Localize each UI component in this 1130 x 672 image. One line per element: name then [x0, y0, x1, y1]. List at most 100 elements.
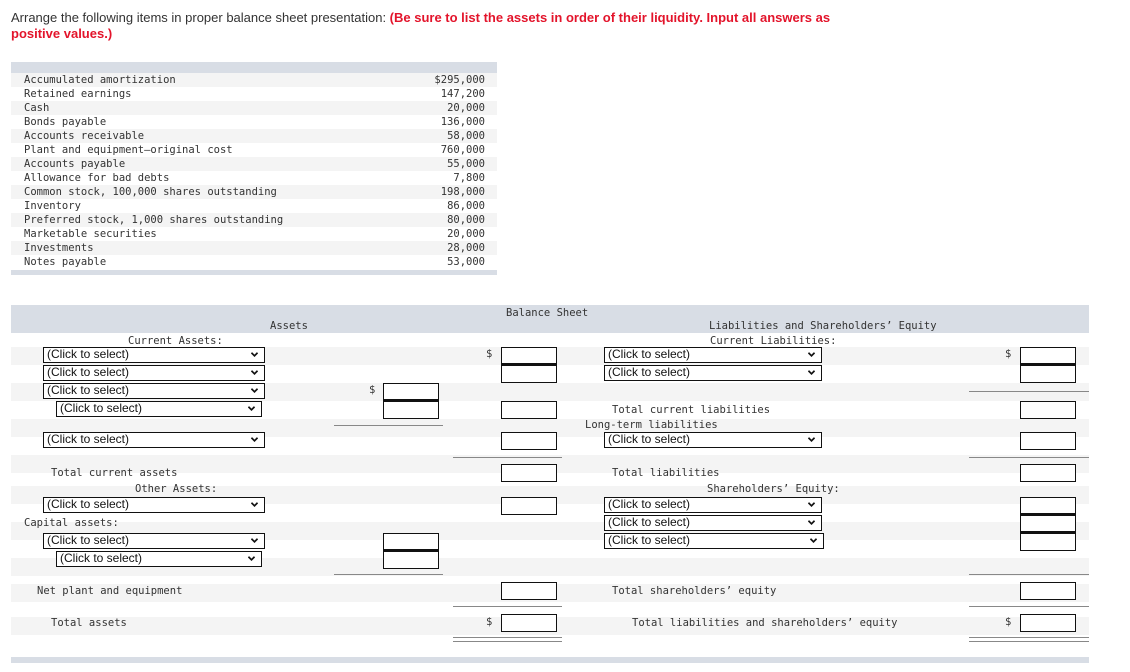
given-item-row: Plant and equipment—original cost 760,000 — [11, 143, 497, 157]
liability-select-1[interactable]: (Click to select) — [604, 347, 822, 363]
select-placeholder: (Click to select) — [47, 432, 130, 446]
balance-sheet-header: Balance Sheet Assets Liabilities and Sha… — [11, 305, 1089, 333]
total-current-assets-label: Total current assets — [51, 467, 178, 479]
subtotal-rule — [453, 606, 562, 607]
double-rule — [453, 637, 562, 638]
given-item-value: 53,000 — [447, 256, 485, 268]
chevron-down-icon — [248, 406, 255, 412]
given-item-label: Notes payable — [24, 256, 107, 268]
total-assets-amount[interactable] — [501, 614, 557, 632]
asset-select-2[interactable]: (Click to select) — [43, 365, 265, 381]
accum-amortization-amount[interactable] — [383, 551, 439, 569]
given-table-header — [11, 62, 497, 73]
chevron-down-icon — [808, 370, 815, 376]
other-asset-amount[interactable] — [501, 497, 557, 515]
double-rule — [969, 637, 1089, 638]
liability-amount-1[interactable] — [1020, 347, 1076, 365]
balance-sheet: Balance Sheet Assets Liabilities and Sha… — [11, 305, 1089, 663]
shareholders-equity-label: Shareholders’ Equity: — [707, 483, 840, 495]
given-item-value: 58,000 — [447, 130, 485, 142]
long-term-liability-select[interactable]: (Click to select) — [604, 432, 822, 448]
allowance-amount[interactable] — [383, 401, 439, 419]
currency-symbol: $ — [1005, 616, 1012, 628]
equity-amount-2[interactable] — [1020, 515, 1076, 533]
asset-select-4[interactable]: (Click to select) — [56, 401, 262, 417]
given-item-label: Accounts receivable — [24, 130, 145, 142]
total-shareholders-equity-amount[interactable] — [1020, 582, 1076, 600]
select-placeholder: (Click to select) — [608, 365, 691, 379]
given-item-value: 28,000 — [447, 242, 485, 254]
asset-amount-2[interactable] — [501, 365, 557, 383]
chevron-down-icon — [251, 538, 258, 544]
given-item-row: Common stock, 100,000 shares outstanding… — [11, 185, 497, 199]
given-item-row: Accumulated amortization $295,000 — [11, 73, 497, 87]
total-liabilities-label: Total liabilities — [612, 467, 720, 479]
total-liabilities-equity-label: Total liabilities and shareholders’ equi… — [632, 617, 898, 629]
select-placeholder: (Click to select) — [47, 497, 130, 511]
liability-amount-2[interactable] — [1020, 365, 1076, 383]
net-plant-label: Net plant and equipment — [37, 585, 183, 597]
total-liabilities-amount[interactable] — [1020, 464, 1076, 482]
given-item-row: Inventory 86,000 — [11, 199, 497, 213]
net-receivable-amount[interactable] — [501, 401, 557, 419]
currency-symbol: $ — [486, 348, 493, 360]
given-item-row: Accounts payable 55,000 — [11, 157, 497, 171]
equity-amount-3[interactable] — [1020, 533, 1076, 551]
given-item-row: Preferred stock, 1,000 shares outstandin… — [11, 213, 497, 227]
currency-symbol: $ — [369, 384, 376, 396]
subtotal-rule — [453, 457, 562, 458]
given-item-row: Accounts receivable 58,000 — [11, 129, 497, 143]
select-placeholder: (Click to select) — [608, 347, 691, 361]
receivable-amount[interactable] — [383, 383, 439, 401]
asset-amount-1[interactable] — [501, 347, 557, 365]
total-current-liabilities-label: Total current liabilities — [612, 404, 771, 416]
equity-select-3[interactable]: (Click to select) — [604, 533, 824, 549]
equity-amount-1[interactable] — [1020, 497, 1076, 515]
long-term-liability-amount[interactable] — [1020, 432, 1076, 450]
capital-asset-select-2[interactable]: (Click to select) — [56, 551, 262, 567]
given-item-value: 198,000 — [440, 186, 485, 198]
net-plant-amount[interactable] — [501, 582, 557, 600]
select-placeholder: (Click to select) — [60, 551, 143, 565]
given-item-label: Marketable securities — [24, 228, 157, 240]
select-placeholder: (Click to select) — [60, 401, 143, 415]
given-table-footer — [11, 270, 497, 275]
given-item-row: Investments 28,000 — [11, 241, 497, 255]
given-item-row: Allowance for bad debts 7,800 — [11, 171, 497, 185]
capital-asset-select-1[interactable]: (Click to select) — [43, 533, 265, 549]
asset-amount-5[interactable] — [501, 432, 557, 450]
select-placeholder: (Click to select) — [47, 383, 130, 397]
chevron-down-icon — [251, 370, 258, 376]
other-asset-select[interactable]: (Click to select) — [43, 497, 265, 513]
equity-select-2[interactable]: (Click to select) — [604, 515, 822, 531]
asset-select-5[interactable]: (Click to select) — [43, 432, 265, 448]
given-item-value: 20,000 — [447, 228, 485, 240]
given-item-value: 760,000 — [440, 144, 485, 156]
asset-select-3[interactable]: (Click to select) — [43, 383, 265, 399]
total-liabilities-equity-amount[interactable] — [1020, 614, 1076, 632]
select-placeholder: (Click to select) — [608, 515, 691, 529]
given-item-label: Allowance for bad debts — [24, 172, 170, 184]
given-item-label: Inventory — [24, 200, 81, 212]
instructions-text: Arrange the following items in proper ba… — [11, 10, 390, 25]
given-item-label: Accumulated amortization — [24, 74, 176, 86]
subtotal-rule — [334, 425, 443, 426]
given-item-label: Accounts payable — [24, 158, 126, 170]
select-placeholder: (Click to select) — [608, 497, 691, 511]
subtotal-rule — [334, 574, 443, 575]
equity-select-1[interactable]: (Click to select) — [604, 497, 822, 513]
given-item-label: Plant and equipment—original cost — [24, 144, 233, 156]
instructions: Arrange the following items in proper ba… — [11, 10, 871, 42]
asset-select-1[interactable]: (Click to select) — [43, 347, 265, 363]
liability-select-2[interactable]: (Click to select) — [604, 365, 822, 381]
total-current-liabilities-amount[interactable] — [1020, 401, 1076, 419]
given-item-row: Retained earnings 147,200 — [11, 87, 497, 101]
chevron-down-icon — [251, 388, 258, 394]
given-item-value: 7,800 — [453, 172, 485, 184]
chevron-down-icon — [808, 352, 815, 358]
chevron-down-icon — [248, 556, 255, 562]
given-item-label: Common stock, 100,000 shares outstanding — [24, 186, 277, 198]
given-items-table: Accumulated amortization $295,000 Retained… — [11, 62, 497, 275]
plant-cost-amount[interactable] — [383, 533, 439, 551]
total-current-assets-amount[interactable] — [501, 464, 557, 482]
